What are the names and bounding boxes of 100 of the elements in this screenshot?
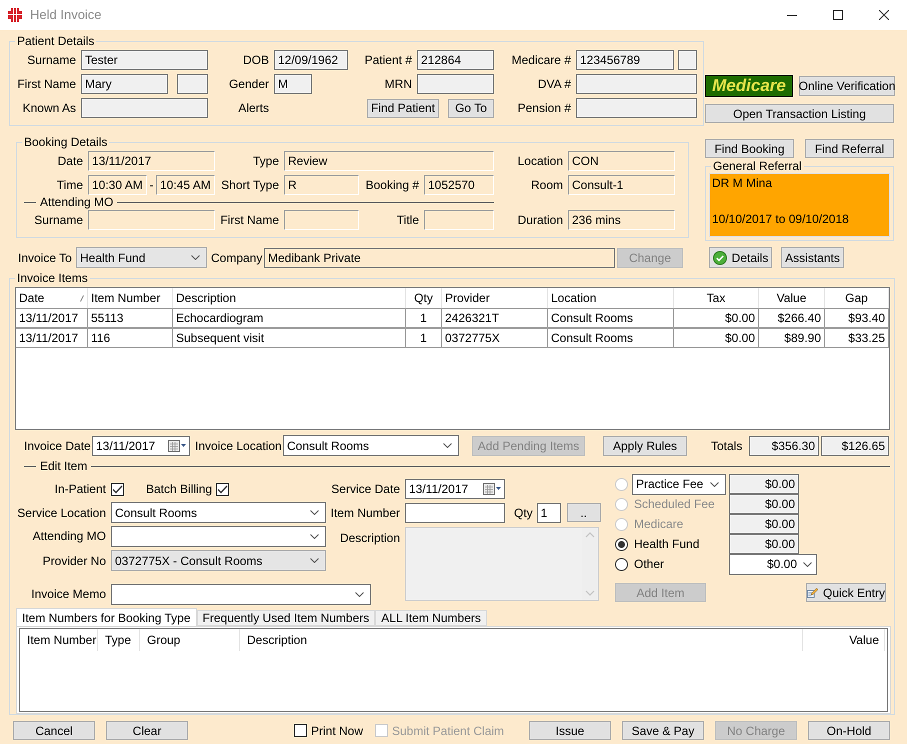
chevron-down-icon bbox=[191, 255, 200, 260]
dropdown[interactable]: Consult Rooms bbox=[111, 502, 326, 523]
text-field[interactable] bbox=[81, 98, 208, 118]
text-field[interactable]: M bbox=[274, 74, 312, 94]
field-label: Date bbox=[56, 153, 84, 170]
text-field[interactable] bbox=[284, 210, 359, 230]
text-field[interactable] bbox=[576, 74, 697, 94]
find-referral-button[interactable]: Find Referral bbox=[805, 139, 894, 158]
assistants-button[interactable]: Assistants bbox=[781, 247, 844, 268]
text-field[interactable] bbox=[678, 50, 697, 70]
field-label: First Name bbox=[219, 212, 280, 228]
column-header[interactable]: Description bbox=[173, 288, 406, 308]
text-field[interactable] bbox=[177, 74, 208, 94]
text-field[interactable] bbox=[424, 210, 494, 230]
brand-badge: Medicare bbox=[705, 75, 793, 97]
text-field[interactable]: 236 mins bbox=[568, 210, 675, 230]
find-patient-button[interactable]: Find Patient bbox=[367, 98, 439, 118]
tab[interactable]: Item Numbers for Booking Type bbox=[16, 608, 197, 626]
text-field[interactable]: 1 bbox=[536, 502, 561, 522]
column-header[interactable]: Type bbox=[98, 629, 140, 651]
text-field[interactable] bbox=[417, 74, 494, 94]
column-header[interactable]: Item Number bbox=[88, 288, 173, 308]
fee-amount[interactable]: $0.00 bbox=[729, 534, 799, 554]
text-field[interactable]: Mary bbox=[81, 74, 168, 94]
total-gap[interactable]: $126.65 bbox=[821, 436, 889, 456]
table-cell: $266.40 bbox=[759, 309, 825, 327]
minimize-icon bbox=[787, 14, 797, 16]
on-hold-button[interactable]: On-Hold bbox=[808, 721, 890, 740]
text-field[interactable]: 10:30 AM bbox=[88, 175, 147, 195]
clear-button[interactable]: Clear bbox=[106, 721, 188, 740]
column-header[interactable]: Item Number bbox=[20, 629, 98, 651]
field-label: Scheduled Fee bbox=[634, 496, 715, 513]
dropdown[interactable] bbox=[111, 526, 326, 546]
details-button[interactable]: Details bbox=[709, 247, 772, 268]
column-header[interactable]: Description bbox=[240, 629, 803, 651]
field-label: Service Date bbox=[330, 481, 401, 498]
chevron-down-icon bbox=[710, 482, 719, 486]
field-label: Attending MO bbox=[32, 528, 107, 545]
radio-button[interactable] bbox=[615, 558, 628, 570]
date-field[interactable]: 13/11/2017 bbox=[92, 436, 190, 456]
dropdown[interactable]: 0372775X - Consult Rooms bbox=[111, 550, 326, 571]
text-field[interactable]: Tester bbox=[81, 50, 208, 70]
field-label: Other bbox=[634, 556, 664, 573]
text-field[interactable]: 212864 bbox=[417, 50, 494, 70]
field-label: Company bbox=[211, 250, 264, 266]
checkbox[interactable] bbox=[111, 482, 124, 496]
description-field[interactable] bbox=[405, 527, 599, 601]
text-field[interactable] bbox=[405, 502, 505, 522]
field-label: Surname bbox=[26, 52, 77, 69]
quick-entry-button[interactable]: Quick Entry bbox=[806, 583, 886, 602]
table-cell: $33.25 bbox=[825, 329, 889, 347]
field-label: Service Location bbox=[16, 504, 107, 522]
field-label: First Name bbox=[16, 76, 77, 93]
text-field[interactable]: 123456789 bbox=[576, 50, 674, 70]
field-label: MRN bbox=[384, 76, 413, 93]
text-field[interactable] bbox=[88, 210, 215, 230]
total-value[interactable]: $356.30 bbox=[749, 436, 819, 456]
column-header[interactable]: Value bbox=[759, 288, 825, 308]
text-field[interactable]: CON bbox=[568, 151, 675, 171]
text-field[interactable]: Consult-1 bbox=[568, 175, 675, 195]
column-header[interactable]: Date bbox=[16, 288, 88, 308]
text-field[interactable]: 13/11/2017 bbox=[88, 151, 215, 171]
online-verification-button[interactable]: Online Verification bbox=[799, 76, 895, 96]
tab[interactable]: ALL Item Numbers bbox=[375, 610, 487, 626]
text-field[interactable] bbox=[576, 98, 697, 118]
cancel-button[interactable]: Cancel bbox=[13, 721, 95, 740]
column-header[interactable]: Location bbox=[548, 288, 674, 308]
browse-button[interactable]: .. bbox=[566, 503, 601, 522]
dropdown[interactable]: Consult Rooms bbox=[283, 435, 459, 456]
table-cell: $89.90 bbox=[759, 329, 825, 347]
text-field[interactable]: 10:45 AM bbox=[156, 175, 215, 195]
text-field[interactable]: Medibank Private bbox=[264, 248, 615, 268]
table-cell: 116 bbox=[88, 329, 173, 347]
issue-button[interactable]: Issue bbox=[529, 721, 611, 740]
radio-button[interactable] bbox=[615, 538, 628, 550]
column-header[interactable]: Value bbox=[803, 629, 885, 651]
column-header[interactable]: Group bbox=[140, 629, 240, 651]
column-header[interactable]: Provider bbox=[442, 288, 548, 308]
field-label: Type bbox=[252, 153, 280, 170]
go-to-button[interactable]: Go To bbox=[448, 98, 494, 118]
checkbox[interactable] bbox=[216, 482, 230, 496]
dropdown[interactable] bbox=[111, 584, 371, 605]
text-field[interactable]: 12/09/1962 bbox=[274, 50, 348, 70]
find-booking-button[interactable]: Find Booking bbox=[705, 139, 794, 158]
calendar-icon bbox=[168, 440, 187, 452]
text-field[interactable]: Review bbox=[284, 151, 494, 171]
text-field[interactable]: R bbox=[284, 175, 359, 195]
date-field[interactable]: 13/11/2017 bbox=[405, 479, 505, 499]
column-header[interactable]: Tax bbox=[674, 288, 759, 308]
column-header[interactable]: Qty bbox=[406, 288, 442, 308]
checkbox[interactable] bbox=[294, 724, 307, 737]
column-header[interactable]: Gap bbox=[825, 288, 889, 308]
apply-rules-button[interactable]: Apply Rules bbox=[603, 436, 687, 456]
text-field[interactable]: 1052570 bbox=[424, 175, 494, 195]
save-pay-button[interactable]: Save & Pay bbox=[622, 721, 704, 740]
tab[interactable]: Frequently Used Item Numbers bbox=[196, 610, 376, 626]
close-icon bbox=[879, 10, 889, 20]
dropdown[interactable]: Health Fund bbox=[76, 247, 207, 268]
dropdown[interactable]: $0.00 bbox=[729, 554, 817, 574]
open-transaction-listing-button[interactable]: Open Transaction Listing bbox=[705, 104, 894, 123]
